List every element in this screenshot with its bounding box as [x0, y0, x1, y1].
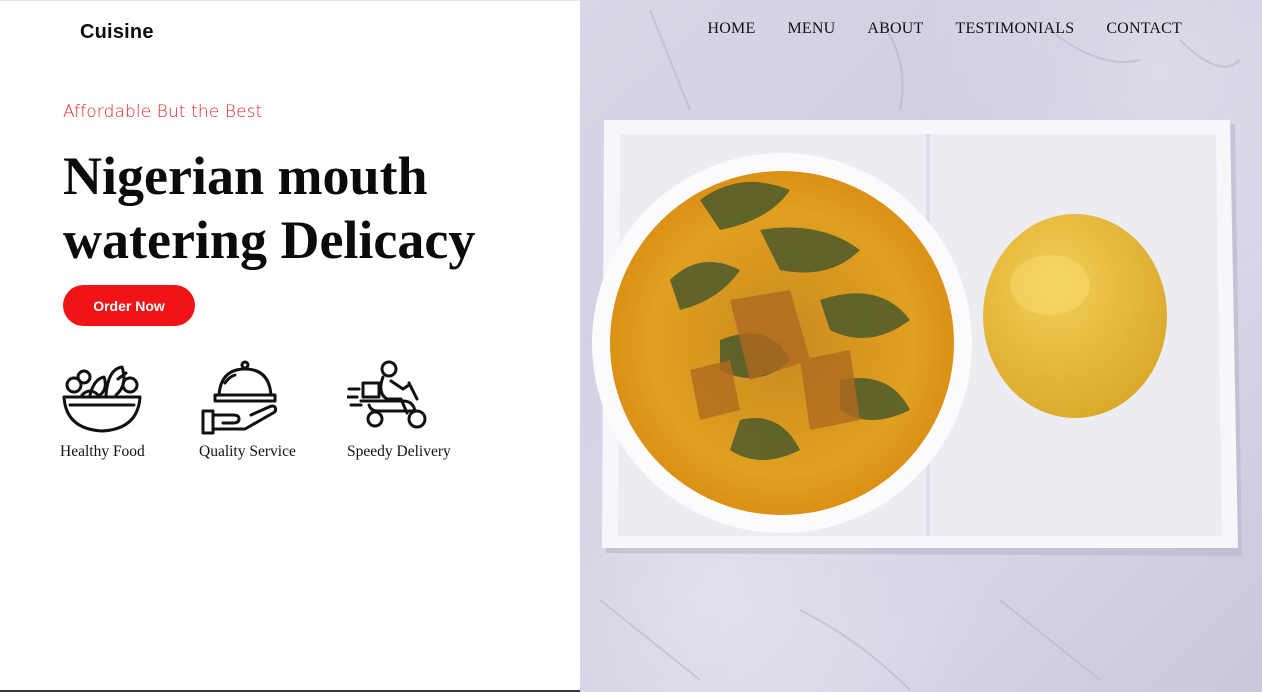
- hero-image-panel: HOME MENU ABOUT TESTIMONIALS CONTACT: [580, 0, 1262, 692]
- hero-title: Nigerian mouth watering Delicacy: [63, 146, 476, 270]
- nav-menu[interactable]: MENU: [787, 20, 835, 38]
- nav-contact[interactable]: CONTACT: [1106, 20, 1182, 38]
- feature-healthy-food: Healthy Food: [60, 359, 145, 461]
- feature-label: Quality Service: [199, 443, 296, 460]
- salad-bowl-icon: [62, 365, 142, 433]
- order-now-button[interactable]: Order Now: [63, 285, 195, 326]
- serving-dish-hand-icon: [201, 360, 278, 435]
- food-photo-soup-and-swallow: [592, 9, 1242, 691]
- feature-quality-service: Quality Service: [199, 359, 296, 461]
- hero-tagline: Affordable But the Best: [63, 102, 263, 122]
- nav-testimonials[interactable]: TESTIMONIALS: [955, 20, 1074, 38]
- feature-label: Speedy Delivery: [347, 443, 451, 460]
- feature-label: Healthy Food: [60, 443, 145, 460]
- feature-speedy-delivery: Speedy Delivery: [347, 359, 451, 461]
- main-nav: HOME MENU ABOUT TESTIMONIALS CONTACT: [708, 20, 1182, 38]
- nav-about[interactable]: ABOUT: [867, 20, 923, 38]
- brand-logo[interactable]: Cuisine: [80, 21, 154, 44]
- nav-home[interactable]: HOME: [708, 20, 756, 38]
- hero-left-panel: Cuisine Affordable But the Best Nigerian…: [0, 0, 580, 692]
- delivery-scooter-icon: [347, 360, 427, 429]
